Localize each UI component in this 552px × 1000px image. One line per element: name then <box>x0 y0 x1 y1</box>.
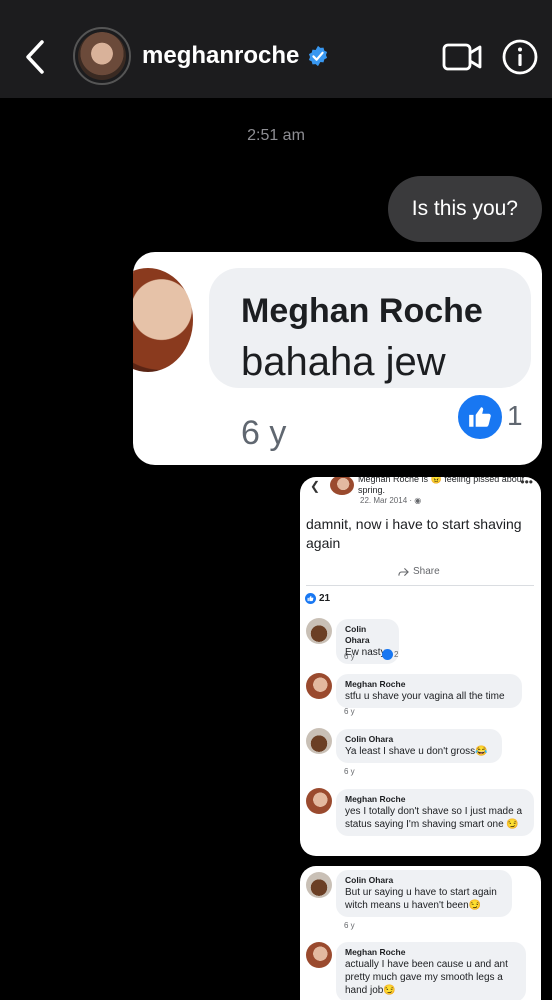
comment-bubble: Meghan Roche yes I totally don't shave s… <box>336 789 534 836</box>
comment-bubble: Meghan Roche stfu u shave your vagina al… <box>336 674 522 708</box>
shared-image-comment-screenshot[interactable]: Meghan Roche bahaha jew 6 y 1 <box>133 252 542 465</box>
share-icon <box>398 567 409 576</box>
profile-username[interactable]: meghanroche <box>142 42 329 70</box>
comment-like-badge: 2 <box>382 649 398 660</box>
post-author-line: Meghan Roche is 😠 feeling pissed about s… <box>358 477 525 495</box>
back-chevron-icon[interactable] <box>22 38 50 76</box>
comment-text: stfu u shave your vagina all the time <box>345 691 505 702</box>
more-options-icon: ••• <box>520 477 533 489</box>
comment-text: But ur saying u have to start again witc… <box>345 887 497 911</box>
outgoing-message-text: Is this you? <box>411 197 518 220</box>
like-reaction-icon <box>455 392 505 442</box>
verified-badge-icon <box>309 45 328 67</box>
shared-image-facebook-comments[interactable]: Colin Ohara But ur saying u have to star… <box>300 866 541 1000</box>
commenter-name: Meghan Roche <box>345 947 406 957</box>
comment-age: 6 y <box>241 414 287 452</box>
commenter-name: Colin Ohara <box>345 734 394 744</box>
shared-image-facebook-post[interactable]: ❮ Meghan Roche is 😠 feeling pissed about… <box>300 477 541 856</box>
like-count: 1 <box>507 400 523 431</box>
avatar-image <box>78 32 126 80</box>
divider <box>306 585 534 586</box>
outgoing-message-bubble[interactable]: Is this you? <box>387 176 542 242</box>
share-action: Share <box>398 566 440 577</box>
commenter-avatar <box>306 728 332 754</box>
message-timestamp: 2:51 am <box>247 127 305 144</box>
comment-text: yes I totally don't shave so I just made… <box>345 806 523 830</box>
chat-header: meghanroche <box>0 0 552 98</box>
commenter-avatar <box>306 942 332 968</box>
like-reaction-icon <box>382 649 393 660</box>
commenter-name: Meghan Roche <box>241 292 483 330</box>
commenter-name: Colin Ohara <box>345 624 370 645</box>
comment-bubble: Colin Ohara Ya least I shave u don't gro… <box>336 729 502 763</box>
comment-age: 6 y <box>344 921 355 930</box>
globe-icon: ◉ <box>414 496 422 505</box>
comment-bubble: Colin Ohara But ur saying u have to star… <box>336 870 512 917</box>
username-text: meghanroche <box>142 42 300 69</box>
comment-like-count: 2 <box>394 650 399 659</box>
comment-age: 6 y <box>344 707 355 716</box>
post-author-avatar <box>330 477 354 495</box>
fb-back-icon: ❮ <box>310 479 321 493</box>
comment-text: bahaha jew <box>241 340 446 384</box>
commenter-name: Meghan Roche <box>345 794 406 804</box>
commenter-avatar <box>306 872 332 898</box>
comment-bubble: Meghan Roche actually I have been cause … <box>336 942 526 1000</box>
post-date: 22. Mar 2014 · ◉ <box>360 496 422 505</box>
commenter-avatar <box>306 673 332 699</box>
share-label: Share <box>413 566 440 577</box>
commenter-name: Colin Ohara <box>345 875 394 885</box>
commenter-avatar <box>306 618 332 644</box>
commenter-name: Meghan Roche <box>345 679 406 689</box>
like-reaction-icon <box>305 593 316 604</box>
comment-text: Ya least I shave u don't gross😂 <box>345 746 488 757</box>
commenter-avatar <box>133 268 193 372</box>
reaction-count: 21 <box>319 593 331 604</box>
comment-age: 6 y <box>344 652 355 661</box>
reaction-summary: 21 <box>305 593 330 604</box>
profile-avatar[interactable] <box>73 27 131 85</box>
comment-text: actually I have been cause u and ant pre… <box>345 959 508 996</box>
post-text: damnit, now i have to start shaving agai… <box>306 516 522 551</box>
video-call-icon[interactable] <box>442 40 482 74</box>
commenter-avatar <box>306 788 332 814</box>
info-icon[interactable] <box>502 39 538 75</box>
comment-age: 6 y <box>344 767 355 776</box>
